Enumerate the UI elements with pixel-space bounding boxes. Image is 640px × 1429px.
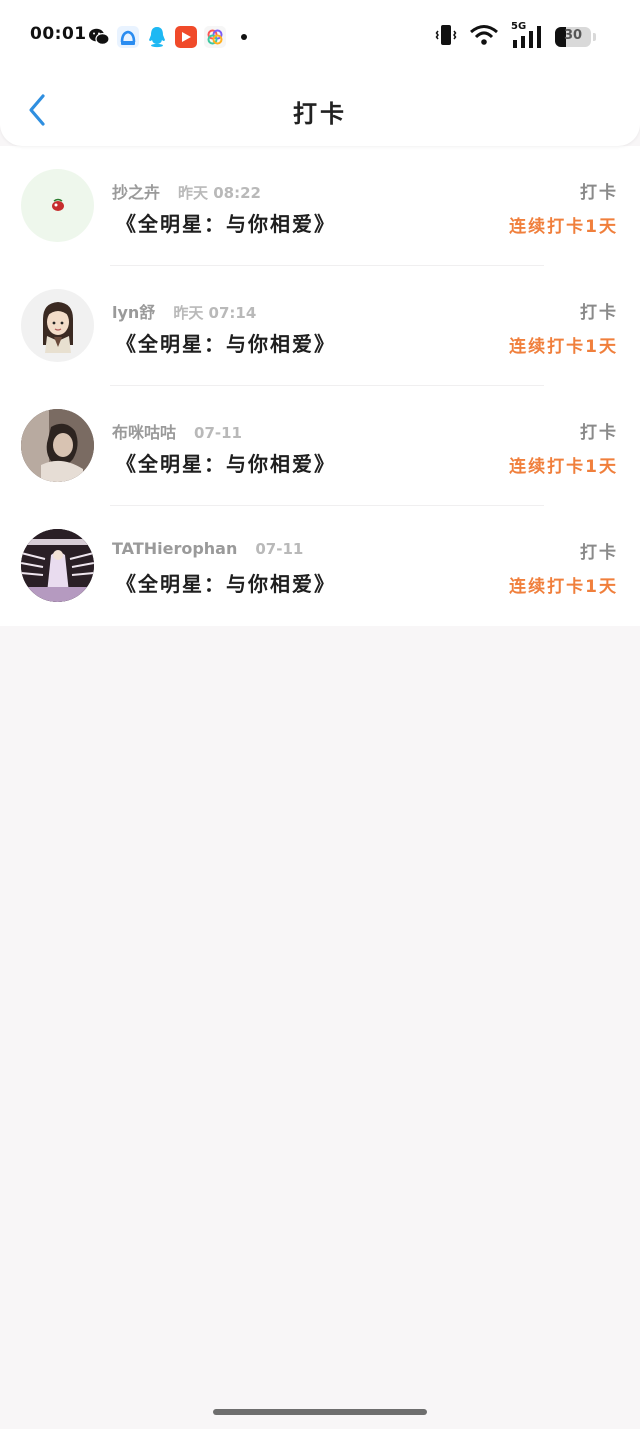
streak-label: 连续打卡1天 [509, 577, 618, 597]
username[interactable]: lyn舒 [112, 299, 155, 323]
photos-app-icon [204, 26, 226, 48]
list-item[interactable]: 布咪咕咕 07-11 《全明星：与你相爱》 打卡 连续打卡1天 [0, 386, 640, 506]
streak-label: 连续打卡1天 [509, 217, 618, 237]
more-notifications-dot [241, 34, 247, 40]
video-player-icon [175, 26, 197, 48]
status-time: 00:01 [30, 24, 87, 44]
wechat-icon [88, 26, 110, 48]
signal-icon: 5G [511, 21, 543, 50]
avatar[interactable] [21, 529, 94, 602]
record-date: 07-11 [194, 424, 242, 442]
work-title[interactable]: 《全明星：与你相爱》 [116, 328, 336, 357]
record-date: 昨天 08:22 [178, 184, 261, 202]
baidu-netdisk-icon [117, 26, 139, 48]
avatar[interactable] [21, 289, 94, 362]
list-item[interactable]: 抄之卉 昨天 08:22 《全明星：与你相爱》 打卡 连续打卡1天 [0, 146, 640, 266]
checkin-button[interactable]: 打卡 [580, 418, 618, 443]
checkin-button[interactable]: 打卡 [580, 178, 618, 203]
username[interactable]: 布咪咕咕 [112, 419, 176, 443]
page-title: 打卡 [293, 100, 347, 128]
avatar[interactable] [21, 169, 94, 242]
vibrate-icon [435, 23, 457, 51]
avatar[interactable] [21, 409, 94, 482]
work-title[interactable]: 《全明星：与你相爱》 [116, 208, 336, 237]
record-meta: 抄之卉 昨天 08:22 [112, 179, 261, 203]
username[interactable]: 抄之卉 [112, 179, 160, 203]
status-bar: 00:01 5G 30 [0, 0, 640, 72]
streak-label: 连续打卡1天 [509, 457, 618, 477]
record-meta: 布咪咕咕 07-11 [112, 419, 242, 443]
qq-icon [146, 26, 168, 48]
notification-icons [88, 24, 247, 50]
work-title[interactable]: 《全明星：与你相爱》 [116, 568, 336, 597]
system-indicators: 5G 30 [435, 21, 596, 52]
work-title[interactable]: 《全明星：与你相爱》 [116, 448, 336, 477]
battery-indicator: 30 [555, 27, 591, 47]
network-type-label: 5G [511, 21, 527, 32]
username[interactable]: TATHierophan [112, 539, 237, 558]
streak-label: 连续打卡1天 [509, 337, 618, 357]
checkin-button[interactable]: 打卡 [580, 538, 618, 563]
battery-icon: 30 [555, 27, 591, 47]
list-item[interactable]: TATHierophan 07-11 《全明星：与你相爱》 打卡 连续打卡1天 [0, 506, 640, 626]
list-item[interactable]: lyn舒 昨天 07:14 《全明星：与你相爱》 打卡 连续打卡1天 [0, 266, 640, 386]
record-date: 昨天 07:14 [173, 304, 257, 322]
record-date: 07-11 [255, 540, 304, 558]
wifi-icon [469, 24, 499, 50]
top-header: 00:01 5G 30 打卡 [0, 0, 640, 146]
record-meta: lyn舒 昨天 07:14 [112, 299, 256, 323]
battery-level: 30 [563, 28, 583, 43]
battery-tip [593, 33, 596, 41]
home-indicator[interactable] [213, 1409, 427, 1415]
checkin-list: 抄之卉 昨天 08:22 《全明星：与你相爱》 打卡 连续打卡1天 lyn舒 昨… [0, 146, 640, 626]
checkin-button[interactable]: 打卡 [580, 298, 618, 323]
record-meta: TATHierophan 07-11 [112, 539, 303, 558]
